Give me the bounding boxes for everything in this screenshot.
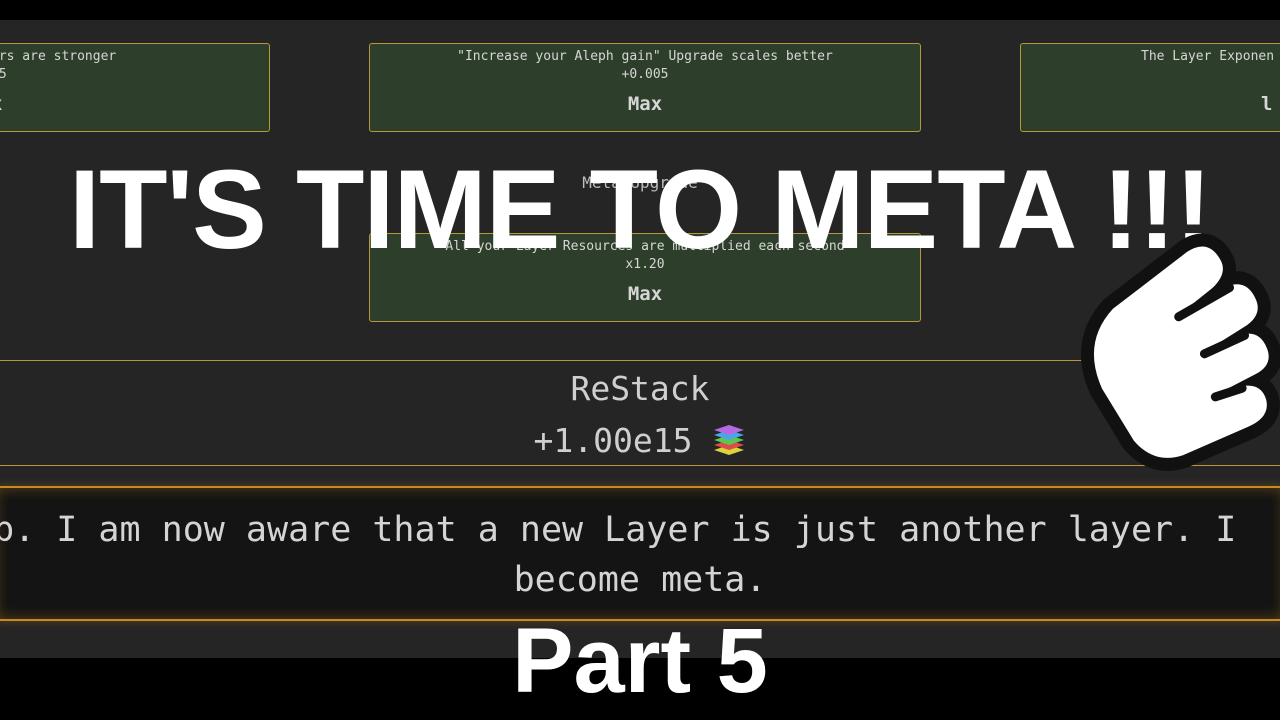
upgrade-value: +0.005 bbox=[621, 67, 669, 82]
restack-amount: +1.00e15 bbox=[533, 421, 693, 460]
meta-upgrade-heading: Meta Upgrade bbox=[582, 173, 698, 192]
upgrade-button-left[interactable]: ors are stronger 15 x bbox=[0, 43, 270, 132]
upgrade-value: x1.20 bbox=[625, 257, 665, 272]
upgrade-desc: All your Layer Resources are multiplied … bbox=[445, 239, 845, 254]
upgrade-max-label: Max bbox=[627, 283, 663, 305]
upgrade-desc: "Increase your Aleph gain" Upgrade scale… bbox=[457, 49, 833, 64]
dialog-line-2: become meta. bbox=[513, 560, 767, 600]
upgrade-max-label: Max bbox=[627, 93, 663, 115]
pointing-hand-icon bbox=[1080, 233, 1280, 471]
upgrade-desc: The Layer Exponen bbox=[1141, 49, 1275, 64]
upgrade-button-aleph-scaling[interactable]: "Increase your Aleph gain" Upgrade scale… bbox=[369, 43, 921, 132]
upgrade-desc: ors are stronger bbox=[0, 49, 117, 64]
upgrade-max-label: x bbox=[0, 93, 269, 115]
dialog-line-1: up. I am now aware that a new Layer is j… bbox=[0, 510, 1237, 550]
upgrade-button-layer-exponent[interactable]: The Layer Exponen l bbox=[1020, 43, 1280, 132]
upgrade-value: 15 bbox=[0, 67, 7, 82]
meta-upgrade-button[interactable]: All your Layer Resources are multiplied … bbox=[369, 233, 921, 322]
layer-stack-icon bbox=[714, 425, 745, 455]
upgrade-max-label: l bbox=[1261, 93, 1273, 115]
